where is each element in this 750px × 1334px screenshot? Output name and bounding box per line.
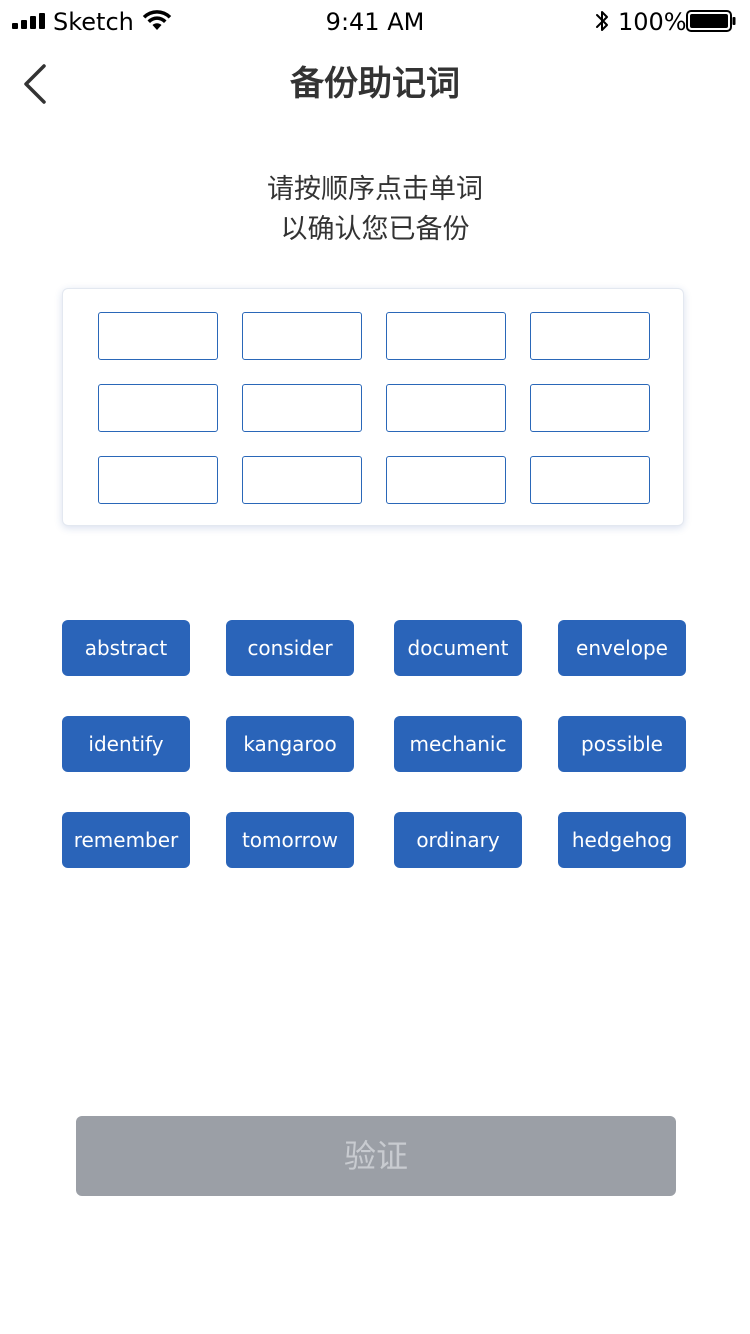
mnemonic-slot-7[interactable] [386,384,506,432]
mnemonic-slot-12[interactable] [530,456,650,504]
mnemonic-slot-6[interactable] [242,384,362,432]
status-bar: Sketch 9:41 AM 100% [0,0,750,40]
battery-percent: 100% [618,8,687,36]
bluetooth-icon [596,11,608,31]
page-title: 备份助记词 [290,64,460,104]
word-button-hedgehog[interactable]: hedgehog [558,812,686,868]
word-button-mechanic[interactable]: mechanic [394,716,522,772]
word-button-possible[interactable]: possible [558,716,686,772]
word-button-ordinary[interactable]: ordinary [394,812,522,868]
word-button-document[interactable]: document [394,620,522,676]
mnemonic-slot-11[interactable] [386,456,506,504]
mnemonic-slot-5[interactable] [98,384,218,432]
mnemonic-slot-9[interactable] [98,456,218,504]
mnemonic-slot-10[interactable] [242,456,362,504]
verify-button[interactable]: 验证 [76,1116,676,1196]
word-button-tomorrow[interactable]: tomorrow [226,812,354,868]
instruction-text: 请按顺序点击单词 以确认您已备份 [0,170,750,250]
word-button-consider[interactable]: consider [226,620,354,676]
word-button-envelope[interactable]: envelope [558,620,686,676]
word-button-remember[interactable]: remember [62,812,190,868]
word-button-kangaroo[interactable]: kangaroo [226,716,354,772]
mnemonic-slot-4[interactable] [530,312,650,360]
mnemonic-slot-8[interactable] [530,384,650,432]
word-button-identify[interactable]: identify [62,716,190,772]
mnemonic-slot-card [62,288,684,526]
mnemonic-slot-2[interactable] [242,312,362,360]
instruction-line-1: 请按顺序点击单词 [267,174,483,205]
battery-icon [686,10,736,32]
instruction-line-2: 以确认您已备份 [280,214,470,245]
mnemonic-slot-3[interactable] [386,312,506,360]
mnemonic-slot-1[interactable] [98,312,218,360]
word-button-abstract[interactable]: abstract [62,620,190,676]
